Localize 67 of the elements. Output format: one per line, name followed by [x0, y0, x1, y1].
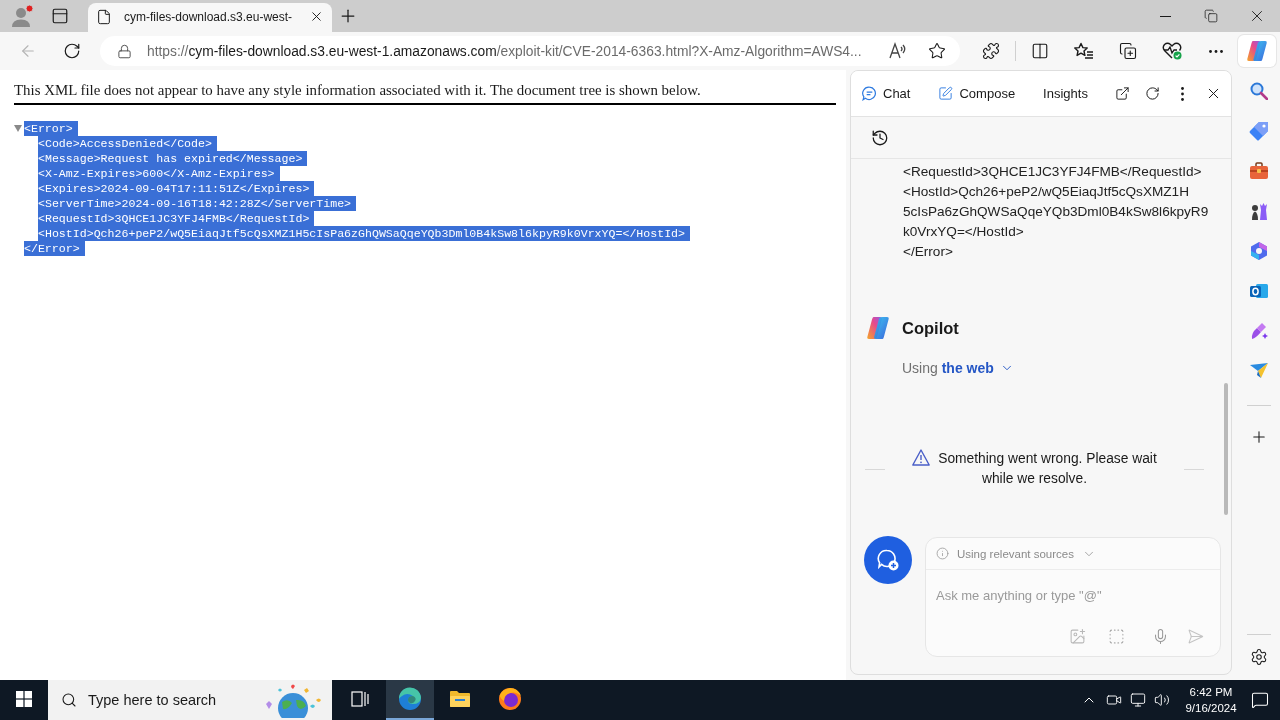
plus-icon: [1250, 428, 1268, 446]
flame-globe-icon: [498, 687, 522, 711]
tab-actions-icon: [51, 7, 69, 25]
compose-pen-icon: [938, 86, 954, 101]
camera-icon: [1106, 692, 1122, 708]
settings-icon: [1250, 648, 1268, 666]
task-view-icon: [351, 691, 369, 707]
assistant-name: Copilot: [902, 318, 959, 338]
taskbar-app-button[interactable]: [386, 680, 434, 720]
browser-tab[interactable]: cym-files-download.s3.eu-west-: [88, 3, 332, 32]
refresh-icon: [63, 42, 81, 60]
new-topic-button[interactable]: [864, 536, 912, 584]
error-message-text: Something went wrong. Please wait while we resolve.: [938, 451, 1157, 486]
message-input[interactable]: Ask me anything or type "@": [936, 584, 1210, 606]
swirl-logo-icon: [1246, 40, 1268, 62]
paper-plane-icon: [1249, 362, 1269, 380]
chat-bubble-icon: [862, 86, 877, 101]
panel-tab[interactable]: Compose: [938, 79, 1016, 108]
puzzle-icon: [982, 42, 1000, 60]
swirl-logo-icon: [866, 316, 890, 340]
info-icon: [936, 547, 949, 560]
clock[interactable]: 6:42 PM 9/16/2024: [1178, 680, 1244, 720]
page-icon: [96, 8, 112, 25]
minimize-icon: [1159, 15, 1171, 17]
mail-app-icon: [1249, 281, 1269, 301]
history-icon: [871, 128, 889, 147]
external-link-icon: [1114, 86, 1130, 101]
notification-icon: [1251, 691, 1269, 709]
speaker-icon: [1154, 692, 1170, 708]
taskbar-search-button[interactable]: Type here to search: [48, 680, 332, 720]
hexagon-logo-icon: [1249, 241, 1269, 261]
read-aloud-icon: [889, 42, 907, 60]
send-icon: [1186, 627, 1204, 645]
restore-icon: [1204, 9, 1218, 23]
folder-icon: [449, 690, 471, 708]
warning-icon: [912, 449, 931, 466]
wave-logo-icon: [398, 687, 422, 711]
heart-pulse-icon: [1162, 42, 1182, 60]
toolbox-icon: [1249, 162, 1269, 180]
favorites-icon: [1074, 42, 1094, 60]
panel-tab[interactable]: Insights: [1043, 79, 1088, 108]
split-screen-icon: [1031, 42, 1049, 60]
image-plus-icon: [1068, 627, 1086, 645]
start-icon: [16, 691, 32, 707]
dashed-frame-icon: [1107, 627, 1125, 645]
search-icon: [1250, 82, 1268, 100]
assistant-button[interactable]: [1238, 35, 1276, 67]
more-icon: [1180, 86, 1184, 101]
refresh-icon: [1144, 86, 1160, 101]
search-icon: [61, 692, 77, 708]
lock-icon: [117, 43, 132, 59]
tag-icon: [1249, 121, 1269, 141]
chat-message-text: <RequestId>3QHCE1JC3YFJ4FMB</RequestId> <HostId>Qch26+peP2/wQ5EiaqJtf5cQsXMZ1H 5cIsPa6zGhQWSaQqeYQb3Dml0B4kSw8l6kpyR9 k0VrxYQ=</HostId> </Error>: [902, 163, 1209, 261]
chess-pieces-icon: [1249, 201, 1269, 221]
star-icon: [928, 42, 946, 60]
sources-dropdown[interactable]: Using relevant sources: [936, 542, 1096, 565]
collapse-triangle-icon[interactable]: [14, 125, 22, 132]
network-icon: [1130, 692, 1146, 708]
web-mode-dropdown[interactable]: Using the web: [902, 358, 1014, 378]
address-bar[interactable]: https://cym-files-download.s3.eu-west-1.amazonaws.com/exploit-kit/CVE-2014-6363.html?X-Amz-Algorithm=AWS4...: [100, 36, 960, 66]
more-icon: [1209, 49, 1223, 53]
scrollbar-thumb[interactable]: [1224, 383, 1228, 515]
panel-tab[interactable]: Chat: [862, 79, 911, 108]
new-chat-icon: [876, 548, 900, 572]
collections-icon: [1119, 42, 1137, 60]
style-notice-text: This XML file does not appear to have any style information associated with it. The document tree is shown below.: [14, 80, 836, 105]
pen-sparkle-icon: [1249, 321, 1269, 341]
